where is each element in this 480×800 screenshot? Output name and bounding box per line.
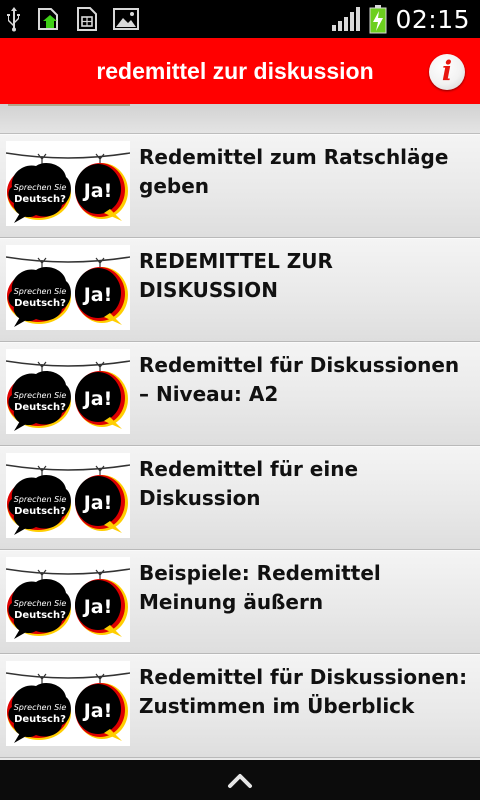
bubble-left-line2: Deutsch?: [14, 402, 66, 413]
item-title: Redemittel zum Ratschläge geben: [139, 145, 449, 198]
notification-icons: [6, 5, 140, 33]
bubble-left-line1: Sprechen Sie: [14, 287, 67, 296]
system-icons: 02:15: [331, 0, 470, 38]
info-button[interactable]: i: [429, 54, 465, 90]
chevron-up-icon[interactable]: [226, 770, 254, 790]
bubble-left-line1: Sprechen Sie: [14, 599, 67, 608]
thumbnail-image: Sprechen Sie Deutsch? Ja!: [6, 245, 130, 330]
string-line: [6, 464, 130, 471]
list-item[interactable]: Sprechen Sie Deutsch? Ja! Redemittel zum R…: [0, 134, 480, 238]
string-line: [6, 360, 130, 367]
picture-icon: [113, 8, 139, 30]
string-line: [6, 256, 130, 263]
bubble-left-line2: Deutsch?: [14, 610, 66, 621]
usb-icon: [7, 7, 20, 32]
item-title: Redemittel für Diskussionen: Zustimmen i…: [139, 665, 468, 718]
sprechen-sie-deutsch-illustration: Sprechen Sie Deutsch? Ja!: [6, 256, 130, 327]
bubble-right-text: Ja!: [82, 492, 113, 514]
list-item[interactable]: Sprechen Sie Deutsch? Ja! Beispiele: Redem…: [0, 550, 480, 654]
info-icon: i: [441, 56, 453, 87]
action-bar: redemittel zur diskussion: [0, 38, 480, 104]
sprechen-sie-deutsch-illustration: Sprechen Sie Deutsch? Ja!: [6, 360, 130, 431]
thumbnail-image: Sprechen Sie Deutsch? Ja!: [6, 141, 130, 226]
signal-icon: [332, 7, 361, 31]
string-line: [6, 152, 130, 159]
bubble-left-line1: Sprechen Sie: [14, 391, 67, 400]
thumbnail-image: Sprechen Sie Deutsch? Ja!: [6, 557, 130, 642]
bubble-left-line2: Deutsch?: [14, 194, 66, 205]
bubble-right-text: Ja!: [82, 700, 113, 722]
bubble-right-text: Ja!: [82, 596, 113, 618]
thumbnail-image: Sprechen Sie Deutsch? Ja!: [6, 453, 130, 538]
thumbnail-image: Sprechen Sie Deutsch? Ja!: [6, 349, 130, 434]
sprechen-sie-deutsch-illustration: Sprechen Sie Deutsch? Ja!: [6, 568, 130, 639]
status-bar: 02:15: [0, 0, 480, 38]
bubble-left-line2: Deutsch?: [14, 298, 66, 309]
bubble-left-line1: Sprechen Sie: [14, 495, 67, 504]
bubble-right-text: Ja!: [82, 284, 113, 306]
list-item[interactable]: Sprechen Sie Deutsch? Ja! Redemittel für e…: [0, 446, 480, 550]
list-item[interactable]: Sprechen Sie Deutsch? Ja! REDEMITTEL ZUR D…: [0, 238, 480, 342]
bubble-right-text: Ja!: [82, 388, 113, 410]
sprechen-sie-deutsch-illustration: Sprechen Sie Deutsch? Ja!: [6, 152, 130, 223]
page-title: redemittel zur diskussion: [96, 58, 374, 84]
list-item-partial[interactable]: [0, 104, 480, 134]
battery-charging-icon: [369, 5, 387, 34]
bubble-left-line2: Deutsch?: [14, 506, 66, 517]
download-complete-icon: [38, 8, 58, 30]
thumbnail-edge: [8, 104, 130, 106]
clock: 02:15: [395, 4, 470, 34]
item-title: REDEMITTEL ZUR DISKUSSION: [139, 249, 333, 302]
item-title: Redemittel für Diskussionen – Niveau: A2: [139, 353, 460, 406]
sim-card-icon: [77, 7, 97, 31]
list-item[interactable]: Sprechen Sie Deutsch? Ja! Redemittel für D…: [0, 654, 480, 758]
thumbnail-image: Sprechen Sie Deutsch? Ja!: [6, 661, 130, 746]
string-line: [6, 568, 130, 575]
item-title: Redemittel für eine Diskussion: [139, 457, 359, 510]
bubble-right-text: Ja!: [82, 180, 113, 202]
bubble-left-line1: Sprechen Sie: [14, 703, 67, 712]
item-title: Beispiele: Redemittel Meinung äußern: [139, 561, 381, 614]
list-item[interactable]: Sprechen Sie Deutsch? Ja! Redemittel für D…: [0, 342, 480, 446]
string-line: [6, 672, 130, 679]
bubble-left-line1: Sprechen Sie: [14, 183, 67, 192]
bottom-bar: [0, 760, 480, 800]
sprechen-sie-deutsch-illustration: Sprechen Sie Deutsch? Ja!: [6, 464, 130, 535]
results-list[interactable]: Sprechen Sie Deutsch? Ja! Redemittel zum R…: [0, 104, 480, 760]
bubble-left-line2: Deutsch?: [14, 714, 66, 725]
sprechen-sie-deutsch-illustration: Sprechen Sie Deutsch? Ja!: [6, 672, 130, 743]
